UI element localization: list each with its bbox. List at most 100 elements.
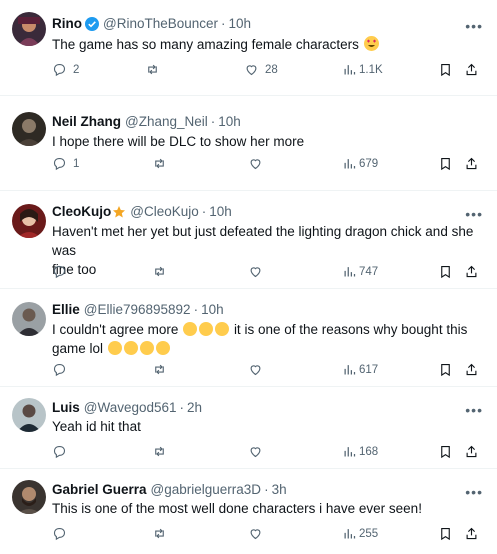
bookmark-button[interactable] xyxy=(438,264,453,279)
timestamp[interactable]: 10h xyxy=(229,16,252,32)
bookmark-icon xyxy=(441,265,450,279)
retweet-button[interactable] xyxy=(152,444,167,459)
share-icon xyxy=(466,63,477,76)
tweet[interactable]: Gabriel Guerra @gabrielguerra3D · 3h •••… xyxy=(0,470,497,554)
display-name[interactable]: Gabriel Guerra xyxy=(52,482,147,498)
share-button[interactable] xyxy=(464,444,479,459)
reply-button[interactable]: 1 xyxy=(52,156,79,171)
user-handle[interactable]: @gabrielguerra3D xyxy=(151,482,262,498)
view-count: 617 xyxy=(359,363,379,376)
display-name[interactable]: Neil Zhang xyxy=(52,114,121,130)
user-handle[interactable]: @Ellie796895892 xyxy=(84,302,191,318)
timestamp[interactable]: 10h xyxy=(201,302,224,318)
retweet-button[interactable] xyxy=(152,156,167,171)
more-icon[interactable]: ••• xyxy=(465,485,483,499)
reply-button[interactable]: 2 xyxy=(52,62,79,77)
retweet-icon xyxy=(148,64,157,75)
views-icon xyxy=(344,267,356,277)
like-button[interactable] xyxy=(248,264,263,279)
tweet[interactable]: Luis @Wavegod561 · 2h ••• Yeah id hit th… xyxy=(0,388,497,468)
sweat-smile-emoji-icon xyxy=(155,341,170,355)
share-button[interactable] xyxy=(464,156,479,171)
bookmark-icon xyxy=(441,63,450,77)
share-button[interactable] xyxy=(464,526,479,541)
display-name[interactable]: Luis xyxy=(52,400,80,416)
reply-count: 2 xyxy=(73,63,80,76)
avatar[interactable] xyxy=(12,302,46,336)
reply-icon xyxy=(53,157,66,171)
timestamp[interactable]: 3h xyxy=(272,482,287,498)
bookmark-button[interactable] xyxy=(438,444,453,459)
view-count: 747 xyxy=(359,265,379,278)
bookmark-button[interactable] xyxy=(438,156,453,171)
user-handle[interactable]: @Zhang_Neil xyxy=(125,114,208,130)
retweet-button[interactable] xyxy=(152,526,167,541)
display-name[interactable]: Ellie xyxy=(52,302,80,318)
share-button[interactable] xyxy=(464,62,479,77)
bookmark-button[interactable] xyxy=(438,362,453,377)
tweet-text-line-1: I couldn't agree more it is one of the r… xyxy=(52,320,479,339)
tweet-text: The game has so many amazing female char… xyxy=(52,35,479,54)
tweet[interactable]: Rino @RinoTheBouncer · 10h ••• The game … xyxy=(0,0,497,96)
views-button[interactable]: 679 xyxy=(342,156,378,171)
views-icon xyxy=(344,529,356,539)
like-button[interactable] xyxy=(248,362,263,377)
reply-button[interactable] xyxy=(52,444,67,459)
bookmark-icon xyxy=(441,527,450,541)
like-button[interactable] xyxy=(248,444,263,459)
share-button[interactable] xyxy=(464,362,479,377)
reply-button[interactable] xyxy=(52,362,67,377)
like-button[interactable] xyxy=(248,156,263,171)
reply-button[interactable] xyxy=(52,526,67,541)
tweet[interactable]: Neil Zhang @Zhang_Neil · 10h I hope ther… xyxy=(0,100,497,192)
display-name[interactable]: CleoKujo xyxy=(52,204,111,220)
avatar[interactable] xyxy=(12,480,46,514)
avatar[interactable] xyxy=(12,398,46,432)
retweet-button[interactable] xyxy=(152,362,167,377)
tweet[interactable]: CleoKujo @CleoKujo · 10h ••• Haven't met… xyxy=(0,192,497,288)
retweet-button[interactable] xyxy=(152,264,167,279)
views-icon xyxy=(344,65,356,75)
separator-dot: · xyxy=(179,400,185,415)
views-button[interactable]: 1.1K xyxy=(342,62,383,77)
like-button[interactable] xyxy=(248,526,263,541)
tweet-divider xyxy=(0,386,497,387)
timestamp[interactable]: 10h xyxy=(218,114,241,130)
views-button[interactable]: 617 xyxy=(342,362,378,377)
timestamp[interactable]: 10h xyxy=(209,204,232,220)
share-button[interactable] xyxy=(464,264,479,279)
retweet-icon xyxy=(155,266,164,277)
views-button[interactable]: 255 xyxy=(342,526,378,541)
more-icon[interactable]: ••• xyxy=(465,403,483,417)
bookmark-button[interactable] xyxy=(438,526,453,541)
sweat-smile-emoji-icon xyxy=(107,341,122,355)
share-icon xyxy=(466,527,477,540)
avatar[interactable] xyxy=(12,112,46,146)
retweet-button[interactable] xyxy=(145,62,160,77)
bookmark-icon xyxy=(441,363,450,377)
crying-emoji-icon xyxy=(199,322,214,336)
more-icon[interactable]: ••• xyxy=(465,19,483,33)
tweet-divider xyxy=(0,288,497,289)
sweat-smile-emoji-icon xyxy=(123,341,138,355)
user-handle[interactable]: @RinoTheBouncer xyxy=(103,16,218,32)
heart-icon xyxy=(250,267,261,278)
views-button[interactable]: 747 xyxy=(342,264,378,279)
separator-dot: · xyxy=(221,16,226,31)
user-handle[interactable]: @Wavegod561 xyxy=(84,400,177,416)
sweat-smile-emoji-icon xyxy=(139,341,154,355)
bookmark-button[interactable] xyxy=(438,62,453,77)
tweet-text-continued: game lol xyxy=(52,341,104,356)
views-button[interactable]: 168 xyxy=(342,444,378,459)
more-icon[interactable]: ••• xyxy=(465,207,483,221)
user-handle[interactable]: @CleoKujo xyxy=(130,204,199,220)
reply-button[interactable] xyxy=(52,264,67,279)
like-button[interactable]: 28 xyxy=(244,62,278,77)
like-count: 28 xyxy=(265,63,278,76)
avatar[interactable] xyxy=(12,204,46,238)
avatar[interactable] xyxy=(12,12,46,46)
timestamp[interactable]: 2h xyxy=(187,400,202,416)
display-name[interactable]: Rino xyxy=(52,16,82,32)
tweet[interactable]: Ellie @Ellie796895892 · 10h I couldn't a… xyxy=(0,290,497,386)
share-icon xyxy=(466,157,477,170)
